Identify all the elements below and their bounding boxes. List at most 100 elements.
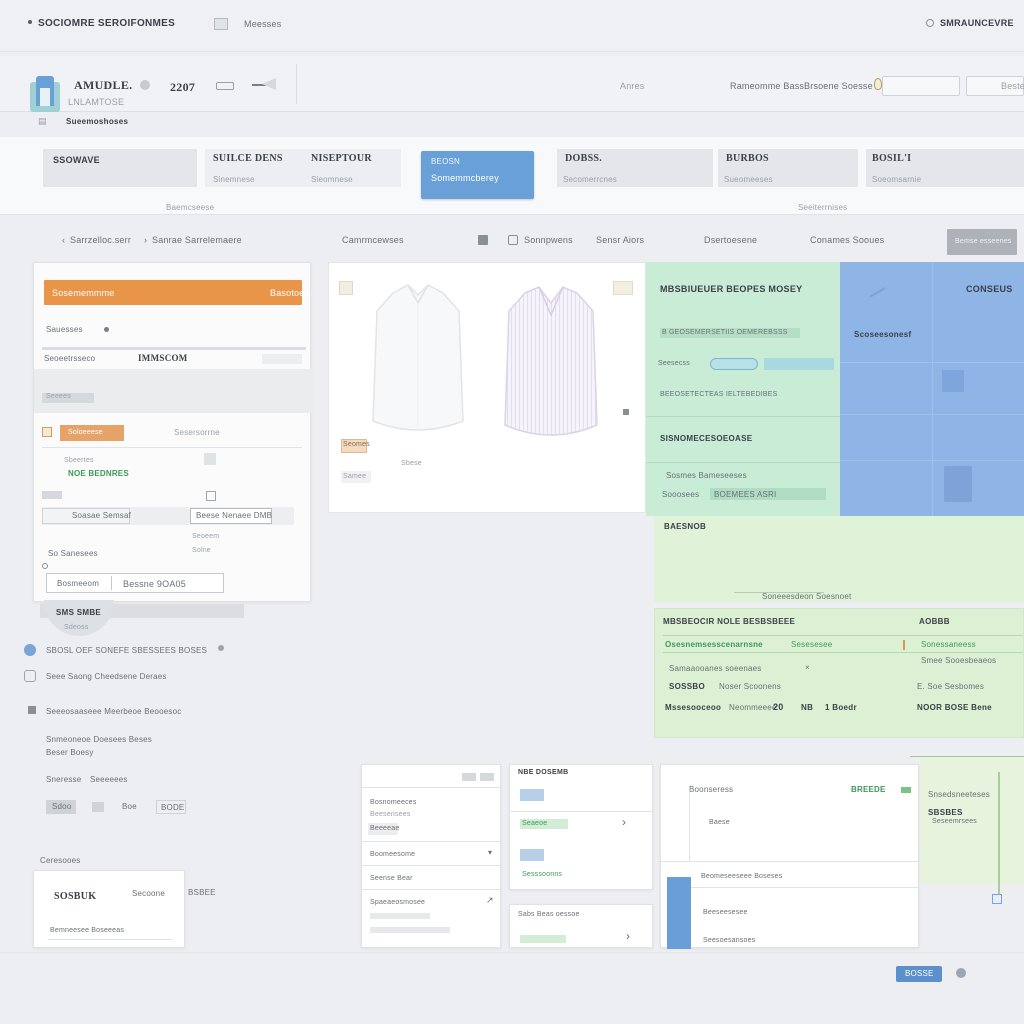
divider xyxy=(646,462,840,463)
divider xyxy=(646,416,840,417)
category-tab-active[interactable]: BEOSN Somemmcberey xyxy=(421,151,534,199)
product-card[interactable]: Seomes Samee Sbese xyxy=(328,262,646,513)
list-item-3[interactable]: Seeeosaaseee Meerbeoe Beooesoc xyxy=(46,707,181,716)
header-link-2[interactable]: Rameomme Bass xyxy=(730,81,804,91)
bottom-card-3[interactable]: Boonseress BREEDE Baese Beomeseeseee Bos… xyxy=(660,764,920,949)
left-panel-header-button[interactable]: Sosememmme Basotoes xyxy=(44,280,309,305)
tab-2[interactable]: Sonnpwens xyxy=(524,235,573,245)
pill-3[interactable]: BODE xyxy=(156,800,186,814)
tag-right-label: Sesersorrne xyxy=(174,428,220,437)
radio-icon[interactable] xyxy=(42,563,48,569)
side-slider-handle[interactable] xyxy=(992,894,1002,904)
info-panel-blue: CONSEUS Scoseesonesf xyxy=(840,262,1024,516)
left-panel-header-right: Basotoes xyxy=(270,288,310,298)
left-bottom-card-sub: Bemneesee Boseeeas xyxy=(50,927,125,934)
tab-4[interactable]: Dsertoesene xyxy=(704,235,757,245)
category-sub: Sueomeeses xyxy=(724,175,773,184)
tab-1[interactable]: Camrmcewses xyxy=(342,235,404,245)
breadcrumb-item[interactable]: Sarrzelloc.serr xyxy=(70,235,131,245)
list-item-2[interactable]: Seee Saong Cheedsene Deraes xyxy=(46,672,167,681)
logo-title: AMUDLE. xyxy=(74,78,133,92)
order-row-2: Samaaooanes soeenaes xyxy=(669,664,762,673)
blue-card-icon[interactable] xyxy=(944,466,972,502)
left-field[interactable]: Seoeetrsseco IMMSCOM xyxy=(42,347,306,367)
bc3-blue-bar xyxy=(667,877,691,949)
pill-2[interactable] xyxy=(92,802,104,812)
info-toggle[interactable] xyxy=(710,358,758,370)
category-tab-2[interactable]: SUILCE DENS Sinemnese NISEPTOUR Sieomnes… xyxy=(205,149,401,187)
toggle-icon[interactable] xyxy=(462,773,476,781)
tag-orange[interactable]: Soloeeese xyxy=(60,425,124,441)
action-1-label: Soasae Semsaf xyxy=(72,511,132,520)
pen-icon[interactable] xyxy=(864,278,886,298)
bc3-row-1: Baese xyxy=(709,819,730,826)
left-panel: Sosememmme Basotoes Sauesses Seoeetrssec… xyxy=(33,262,312,602)
left-field-control[interactable] xyxy=(262,354,302,364)
arrow-left-icon[interactable] xyxy=(262,78,276,90)
top-menu-item[interactable]: Meesses xyxy=(244,19,281,29)
category-sub: Sinemnese xyxy=(213,175,255,184)
header-input-2-value: Beste xyxy=(1001,81,1024,91)
bc2-chip-green[interactable] xyxy=(520,935,566,943)
settings-icon[interactable] xyxy=(140,80,150,90)
left-input-row[interactable]: Bosmeeom Bessne 9OA05 xyxy=(46,573,224,593)
header-link-1[interactable]: Anres xyxy=(620,81,645,91)
tab-3[interactable]: Sensr Aiors xyxy=(596,235,644,245)
order-title-right: AOBBB xyxy=(919,617,950,626)
category-tab-7[interactable]: BOSIL'I Soeomsarnie xyxy=(866,149,1024,187)
bulb-icon[interactable] xyxy=(874,78,882,90)
chevron-icon[interactable]: ▾ xyxy=(488,848,492,857)
order-row-4: Mssesooceoo xyxy=(665,703,722,712)
header-input-2[interactable]: Beste xyxy=(966,76,1024,96)
side-sub-2: Seseemrsees xyxy=(932,818,977,825)
bc2-title-2: Sabs Beas oessoe xyxy=(518,911,580,918)
account-label[interactable]: SMRAUNCEVRE xyxy=(940,18,1014,28)
arrow-icon[interactable]: ↗ xyxy=(486,895,494,906)
toggle-icon[interactable] xyxy=(480,773,494,781)
action-button[interactable]: Bemse esseenes xyxy=(947,229,1017,255)
bc2-chip-blue[interactable] xyxy=(520,849,544,861)
bottom-card-2[interactable]: NBE DOSEMB Seaeoe › Sesssoonns xyxy=(509,764,654,890)
divider xyxy=(691,887,920,888)
shirt-striped-image[interactable] xyxy=(499,285,603,445)
chevron-right-icon[interactable]: › xyxy=(622,815,626,829)
bottom-card-1[interactable]: Bosnomeeces Beesensees Beeeeae Boomeesom… xyxy=(361,764,502,948)
category-tab-6[interactable]: BURBOS Sueomeeses xyxy=(718,149,858,187)
divider xyxy=(663,652,1023,653)
info-input[interactable] xyxy=(764,358,834,370)
left-bottom-card[interactable]: SOSBUK Secoone Bemneesee Boseeeas xyxy=(33,870,185,948)
header-sub-label: Sueemoshoses xyxy=(66,117,129,126)
checkbox-icon[interactable] xyxy=(206,491,216,501)
category-tab-1[interactable]: SSOWAVE xyxy=(43,149,197,187)
grid-icon[interactable] xyxy=(478,235,488,245)
shirt-white-image[interactable] xyxy=(363,281,473,441)
box-icon[interactable] xyxy=(508,235,518,245)
logo-icon[interactable] xyxy=(30,76,62,112)
tab-5[interactable]: Conames Sooues xyxy=(810,235,884,245)
pill-1[interactable]: Sdoo xyxy=(46,800,76,814)
blue-title: CONSEUS xyxy=(966,284,1013,294)
bc3-title: Boonseress xyxy=(689,785,734,794)
header-input-1[interactable] xyxy=(882,76,960,96)
chevron-right-icon[interactable]: › xyxy=(626,929,630,943)
info-circle-icon[interactable] xyxy=(24,644,36,656)
square-icon xyxy=(204,453,216,465)
brand-name[interactable]: SOCIOMRE SEROIFONMES xyxy=(38,18,175,29)
mid-link[interactable]: Soneeesdeon Soesnoet xyxy=(762,592,851,601)
category-label: BEOSN xyxy=(431,157,461,166)
footer-button[interactable]: BOSSE xyxy=(896,966,942,982)
bc2-chip-blue[interactable] xyxy=(520,789,544,801)
menu-icon[interactable] xyxy=(214,18,228,30)
side-slider-track[interactable] xyxy=(998,772,1000,898)
square-icon[interactable] xyxy=(24,670,36,682)
category-tab-5[interactable]: DOBSS. Secomerrcnes xyxy=(557,149,713,187)
left-panel-tab[interactable]: SMS SMBE Sdeoss xyxy=(44,600,114,636)
help-icon[interactable] xyxy=(956,968,966,978)
user-icon[interactable] xyxy=(926,19,934,27)
footer: BOSSE xyxy=(0,952,1024,1024)
breadcrumb-item[interactable]: Sanrae Sarrelemaere xyxy=(152,235,242,245)
list-item-1[interactable]: SBOSL OEF SONEFE SBESSEES BOSES xyxy=(46,646,207,655)
order-row-1-mid: Sesesesee xyxy=(791,640,833,649)
header-link-3[interactable]: Brsoene Soesse xyxy=(804,81,873,91)
bottom-card-2b[interactable]: Sabs Beas oessoe › xyxy=(509,904,653,948)
